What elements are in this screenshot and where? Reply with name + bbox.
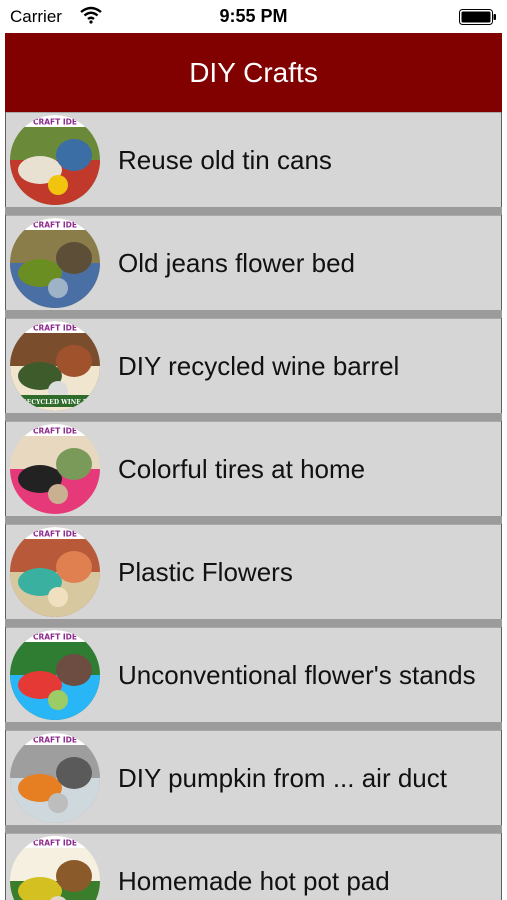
list-item-label: Old jeans flower bed: [118, 247, 356, 278]
list-item-4[interactable]: CRAFT IDE Colorful tires at home: [6, 421, 501, 516]
thumbnail-extra-caption: DIY RECYCLED WINE BARR: [10, 399, 100, 406]
row-separator: [5, 413, 502, 421]
battery-icon: [459, 9, 497, 25]
row-separator: [5, 310, 502, 318]
thumbnail-caption: CRAFT IDE: [33, 839, 77, 848]
list-item-label: Plastic Flowers: [118, 556, 293, 587]
list-item-2[interactable]: CRAFT IDE Old jeans flower bed: [6, 215, 501, 310]
row-separator: [5, 825, 502, 833]
thumbnail-image: CRAFT IDE: [10, 424, 100, 514]
thumbnail-caption: CRAFT IDE: [33, 530, 77, 539]
list-item-3[interactable]: CRAFT IDE DIY RECYCLED WINE BARR DIY recy…: [6, 318, 501, 413]
row-separator: [5, 722, 502, 730]
row-separator: [5, 516, 502, 524]
list-item-label: Reuse old tin cans: [118, 144, 332, 175]
list-item-label: Homemade hot pot pad: [118, 865, 390, 896]
list-item-label: DIY pumpkin from ... air duct: [118, 762, 447, 793]
list-item-8[interactable]: CRAFT IDE Homemade hot pot pad: [6, 833, 501, 900]
list-item-6[interactable]: CRAFT IDE Unconventional flower's stands: [6, 627, 501, 722]
thumbnail-image: CRAFT IDE: [10, 527, 100, 617]
list-item-1[interactable]: CRAFT IDE Reuse old tin cans: [6, 112, 501, 207]
thumbnail-caption: CRAFT IDE: [33, 633, 77, 642]
thumbnail-caption: CRAFT IDE: [33, 118, 77, 127]
thumbnail-image: CRAFT IDE: [10, 115, 100, 205]
thumbnail-caption: CRAFT IDE: [33, 736, 77, 745]
thumbnail-caption: CRAFT IDE: [33, 221, 77, 230]
thumbnail-image: CRAFT IDE: [10, 630, 100, 720]
thumbnail-image: CRAFT IDE: [10, 218, 100, 308]
thumbnail-image: CRAFT IDE: [10, 836, 100, 900]
list-item-7[interactable]: CRAFT IDE DIY pumpkin from ... air duct: [6, 730, 501, 825]
list-item-label: Unconventional flower's stands: [118, 659, 476, 690]
list-item-5[interactable]: CRAFT IDE Plastic Flowers: [6, 524, 501, 619]
clock: 9:55 PM: [219, 6, 288, 26]
nav-title: DIY Crafts: [189, 56, 318, 88]
row-separator: [5, 619, 502, 627]
app-frame: DIY Crafts CRAFT IDE Reuse old tin cans …: [5, 33, 502, 900]
list-item-label: DIY recycled wine barrel: [118, 350, 400, 381]
list-item-label: Colorful tires at home: [118, 453, 366, 484]
thumbnail-caption: CRAFT IDE: [33, 427, 77, 436]
thumbnail-image: CRAFT IDE: [10, 733, 100, 823]
thumbnail-image: CRAFT IDE DIY RECYCLED WINE BARR: [10, 321, 100, 411]
status-bar: Carrier 9:55 PM: [0, 0, 507, 33]
row-separator: [5, 207, 502, 215]
nav-bar: DIY Crafts: [5, 33, 502, 112]
thumbnail-caption: CRAFT IDE: [33, 324, 77, 333]
